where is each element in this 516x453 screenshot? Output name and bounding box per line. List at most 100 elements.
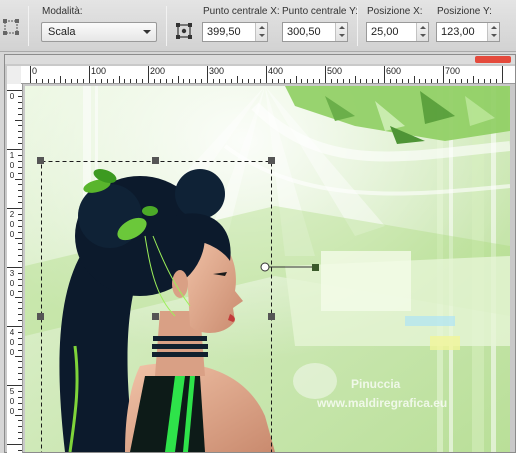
pick-tool-icon[interactable] bbox=[2, 18, 20, 36]
ruler-tick bbox=[395, 79, 397, 83]
ruler-tick bbox=[378, 79, 380, 83]
ruler-tick bbox=[419, 79, 421, 83]
ruler-label: 400 bbox=[268, 66, 284, 76]
ruler-tick bbox=[248, 79, 250, 83]
ruler-tick bbox=[437, 79, 439, 83]
handle-middle-right[interactable] bbox=[268, 313, 275, 320]
handle-middle-left[interactable] bbox=[37, 313, 44, 320]
ruler-tick bbox=[18, 243, 22, 245]
ruler-tick bbox=[18, 143, 22, 145]
ruler-tick bbox=[18, 137, 22, 139]
ruler-tick bbox=[18, 213, 22, 215]
position-y-input[interactable]: 123,00 bbox=[436, 22, 500, 42]
position-y-stepper[interactable] bbox=[487, 23, 499, 41]
ruler-tick bbox=[18, 160, 22, 162]
ruler-tick bbox=[18, 426, 22, 428]
position-x-stepper[interactable] bbox=[416, 23, 428, 41]
ruler-tick bbox=[15, 237, 22, 239]
ruler-tick bbox=[142, 79, 144, 83]
ruler-tick bbox=[283, 79, 285, 83]
pivot-x-stepper[interactable] bbox=[255, 23, 267, 41]
pivot-x-input[interactable]: 399,50 bbox=[202, 22, 268, 42]
ruler-tick bbox=[89, 66, 90, 83]
ruler-tick bbox=[171, 79, 173, 83]
ruler-tick bbox=[18, 337, 22, 339]
document-window: 0 100 200 300 400 500 600 700 0100200300400500 bbox=[4, 54, 516, 453]
ruler-label: 300 bbox=[209, 66, 225, 76]
ruler-tick bbox=[224, 79, 226, 83]
ruler-tick bbox=[15, 119, 22, 121]
ruler-tick bbox=[289, 79, 291, 83]
ruler-tick bbox=[460, 79, 462, 83]
tool-options-bar: Modalità: Scala Punto centrale X: 399,50… bbox=[0, 0, 516, 52]
ruler-label: 200 bbox=[150, 66, 166, 76]
horizontal-ruler[interactable]: 0 100 200 300 400 500 600 700 bbox=[21, 66, 515, 84]
ruler-tick bbox=[18, 272, 22, 274]
ruler-tick bbox=[313, 79, 315, 83]
toolbar-separator bbox=[28, 6, 29, 46]
ruler-label: 0 bbox=[9, 220, 15, 229]
ruler-tick bbox=[106, 79, 108, 83]
ruler-tick bbox=[100, 79, 102, 83]
ruler-tick bbox=[15, 414, 22, 416]
document-title-bar[interactable] bbox=[5, 55, 515, 64]
ruler-tick bbox=[47, 79, 49, 83]
ruler-tick bbox=[18, 166, 22, 168]
pivot-y-input[interactable]: 300,50 bbox=[282, 22, 348, 42]
toolbar-separator bbox=[357, 6, 358, 46]
ruler-tick bbox=[502, 66, 503, 83]
handle-top-right[interactable] bbox=[268, 157, 275, 164]
ruler-tick bbox=[77, 79, 79, 83]
vertical-ruler[interactable]: 0100200300400500 bbox=[7, 84, 23, 453]
ruler-tick bbox=[148, 66, 149, 83]
ruler-tick bbox=[448, 79, 450, 83]
ruler-tick bbox=[271, 79, 273, 83]
ruler-tick bbox=[35, 79, 37, 83]
ruler-label: 5 bbox=[9, 387, 15, 396]
ruler-tick bbox=[230, 79, 232, 83]
ruler-label: 0 bbox=[9, 348, 15, 357]
ruler-tick bbox=[218, 79, 220, 83]
position-x-input[interactable]: 25,00 bbox=[366, 22, 429, 42]
ruler-tick bbox=[277, 79, 279, 83]
handle-top-left[interactable] bbox=[37, 157, 44, 164]
ruler-tick bbox=[201, 79, 203, 83]
ruler-tick bbox=[18, 396, 22, 398]
ruler-label: 2 bbox=[9, 210, 15, 219]
chevron-down-icon bbox=[143, 30, 151, 34]
ruler-label: 0 bbox=[9, 338, 15, 347]
ruler-tick bbox=[18, 131, 22, 133]
handle-top-center[interactable] bbox=[152, 157, 159, 164]
ruler-label: 0 bbox=[9, 397, 15, 406]
ruler-tick bbox=[18, 101, 22, 103]
ruler-tick bbox=[18, 190, 22, 192]
ruler-tick bbox=[183, 79, 185, 83]
ruler-tick bbox=[7, 444, 22, 445]
rotation-arm-handle[interactable] bbox=[312, 264, 319, 271]
handle-center-pivot[interactable] bbox=[152, 313, 159, 320]
ruler-tick bbox=[18, 219, 22, 221]
ruler-tick bbox=[366, 79, 368, 83]
ruler-tick bbox=[454, 79, 456, 83]
ruler-tick bbox=[7, 90, 22, 91]
pivot-y-stepper[interactable] bbox=[335, 23, 347, 41]
deform-selection[interactable] bbox=[25, 86, 510, 452]
ruler-label: 0 bbox=[9, 171, 15, 180]
ruler-tick bbox=[18, 320, 22, 322]
ruler-tick bbox=[18, 449, 22, 451]
close-icon[interactable] bbox=[475, 56, 511, 63]
ruler-tick bbox=[189, 79, 191, 83]
ruler-tick bbox=[118, 76, 120, 83]
pivot-point-icon[interactable] bbox=[176, 23, 192, 39]
ruler-tick bbox=[112, 79, 114, 83]
rotation-handle[interactable] bbox=[260, 262, 270, 272]
ruler-label: 0 bbox=[9, 92, 15, 101]
mode-dropdown[interactable]: Scala bbox=[41, 22, 157, 42]
mode-value: Scala bbox=[48, 26, 76, 38]
ruler-tick bbox=[15, 296, 22, 298]
ruler-tick bbox=[30, 66, 31, 83]
ruler-tick bbox=[360, 79, 362, 83]
image-canvas[interactable]: Pinuccia www.maldiregrafica.eu bbox=[25, 86, 510, 452]
pivot-y-value: 300,50 bbox=[287, 26, 321, 38]
ruler-label: 700 bbox=[445, 66, 461, 76]
